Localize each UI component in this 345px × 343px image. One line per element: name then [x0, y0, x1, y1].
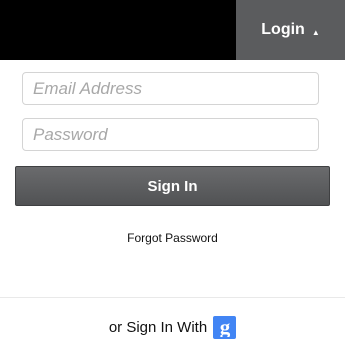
- sign-in-label: Sign In: [147, 177, 198, 195]
- top-bar: Login ▲: [0, 0, 345, 60]
- login-panel: Sign In Forgot Password or Sign In With …: [0, 60, 345, 343]
- forgot-password-label: Forgot Password: [127, 231, 218, 245]
- caret-up-icon: ▲: [311, 27, 320, 37]
- forgot-password-link[interactable]: Forgot Password: [0, 231, 345, 245]
- login-label: Login: [261, 21, 305, 38]
- social-sign-in-label: or Sign In With: [108, 318, 208, 336]
- svg-text:g: g: [219, 317, 230, 337]
- password-field[interactable]: [22, 118, 319, 151]
- google-g-glyph: g: [219, 317, 230, 337]
- sign-in-button[interactable]: Sign In: [15, 166, 330, 206]
- login-toggle-button[interactable]: Login ▲: [236, 0, 345, 60]
- email-field[interactable]: [22, 72, 319, 105]
- google-icon[interactable]: g: [213, 315, 237, 339]
- social-sign-in: or Sign In With g: [0, 314, 345, 340]
- divider: [0, 297, 345, 298]
